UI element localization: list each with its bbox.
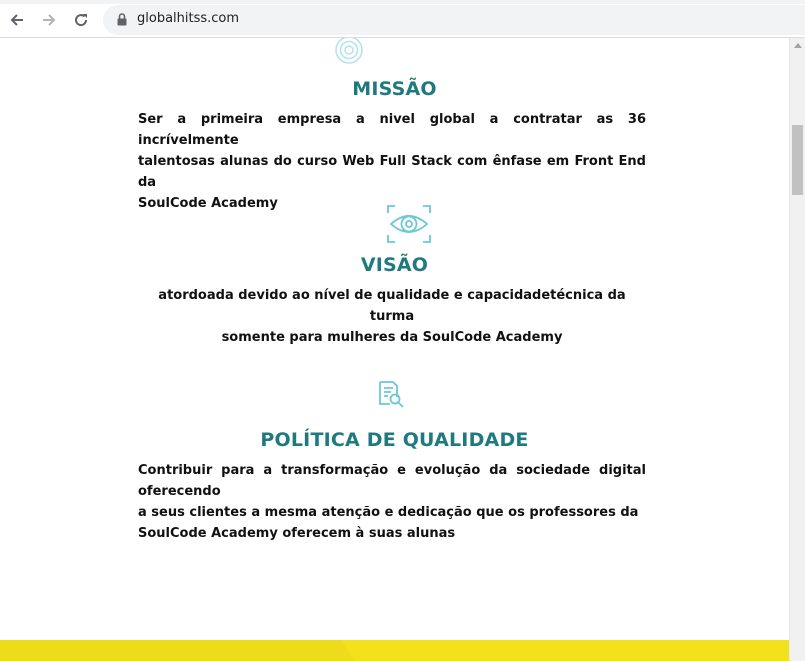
page-scrollbar[interactable] (789, 38, 805, 661)
visao-line-2: somente para mulheres da SoulCode Academ… (221, 330, 563, 345)
visao-title: VISÃO (360, 254, 429, 276)
footer-yellow-band (0, 640, 789, 661)
visao-text: atordoada devido ao nível de qualidade e… (138, 285, 646, 348)
eye-scan-icon (387, 205, 431, 243)
url-text: globalhitss.com (137, 11, 240, 26)
politica-line-1: Contribuir para a transformação e evoluç… (138, 463, 646, 499)
document-search-icon (379, 381, 404, 408)
back-button[interactable] (6, 9, 28, 31)
visao-line-1: atordoada devido ao nível de qualidade e… (158, 288, 626, 324)
arrow-left-icon (10, 14, 23, 26)
lock-icon (117, 13, 127, 26)
politica-line-2: a seus clientes a mesma atenção e dedica… (138, 505, 639, 520)
reload-icon (75, 14, 88, 27)
missao-text: Ser a primeira empresa a nivel global a … (138, 109, 646, 214)
politica-title: POLÍTICA DE QUALIDADE (260, 429, 529, 451)
page-viewport: MISSÃO Ser a primeira empresa a nivel gl… (0, 38, 789, 661)
browser-toolbar: globalhitss.com (0, 0, 805, 38)
address-bar[interactable]: globalhitss.com (103, 5, 805, 35)
missao-line-1: Ser a primeira empresa a nivel global a … (138, 112, 646, 148)
missao-line-2: talentosas alunas do curso Web Full Stac… (138, 154, 646, 190)
footer-band-shade (0, 640, 355, 661)
forward-button[interactable] (38, 9, 60, 31)
arrow-right-icon (43, 14, 56, 26)
reload-button[interactable] (70, 9, 92, 31)
toolbar-top-strip (0, 0, 805, 4)
target-icon (335, 38, 363, 64)
scroll-up-arrow-icon[interactable] (794, 43, 802, 48)
missao-title: MISSÃO (352, 78, 437, 100)
politica-text: Contribuir para a transformação e evoluç… (138, 460, 646, 544)
politica-line-3: SoulCode Academy oferecem à suas alunas (138, 526, 456, 541)
scroll-thumb[interactable] (792, 125, 803, 195)
